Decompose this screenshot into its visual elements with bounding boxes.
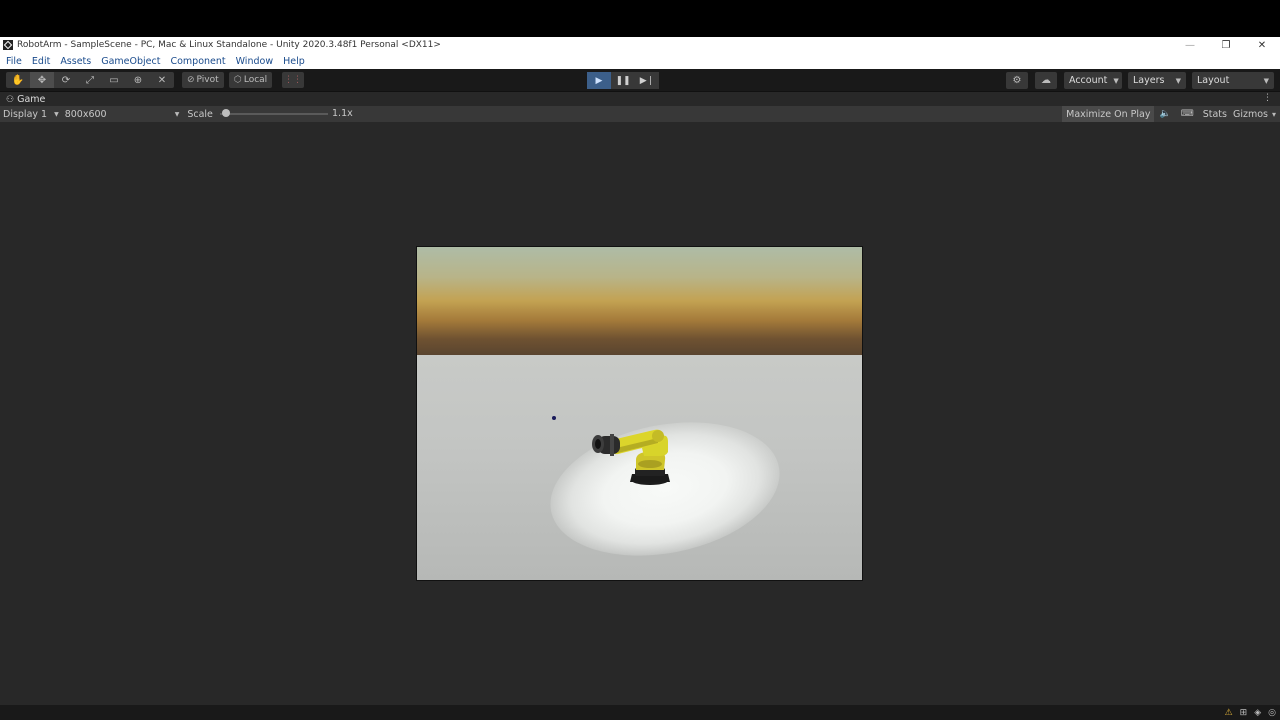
minimize-button[interactable]: — — [1172, 37, 1208, 53]
chevron-down-icon: ▼ — [1113, 76, 1119, 85]
display-select[interactable]: Display 1 — [3, 109, 47, 120]
scale-value: 1.1x — [332, 108, 353, 119]
chevron-down-icon: ▼ — [174, 110, 180, 118]
scale-slider-track[interactable] — [220, 113, 328, 115]
layers-icon[interactable]: ⊞ — [1240, 708, 1248, 718]
robot-arm — [592, 429, 670, 485]
menu-help[interactable]: Help — [283, 56, 305, 67]
chevron-down-icon[interactable]: ▾ — [1272, 110, 1276, 119]
mute-audio-icon[interactable]: 🔈 — [1159, 109, 1170, 119]
game-view-toolbar: Display 1 ▼ 800x600 ▼ Scale 1.1x Maximiz… — [0, 106, 1280, 122]
target-marker — [552, 416, 556, 420]
menu-component[interactable]: Component — [170, 56, 225, 67]
chevron-down-icon: ▼ — [1175, 76, 1181, 85]
menu-gameobject[interactable]: GameObject — [101, 56, 160, 67]
game-tab-bar: ⚇ Game ⋮ — [0, 93, 1280, 106]
chevron-down-icon: ▼ — [1263, 76, 1269, 85]
cloud-icon[interactable]: ☁ — [1035, 72, 1057, 89]
scale-slider-handle[interactable] — [222, 109, 230, 117]
menu-edit[interactable]: Edit — [32, 56, 50, 67]
tab-game[interactable]: Game — [17, 94, 45, 105]
maximize-on-play-toggle[interactable]: Maximize On Play — [1062, 106, 1155, 122]
layers-label: Layers — [1133, 75, 1165, 86]
pivot-icon: ⊘ — [187, 75, 195, 85]
account-dropdown[interactable]: Account ▼ — [1064, 72, 1122, 89]
title-bar: RobotArm - SampleScene - PC, Mac & Linux… — [0, 37, 1280, 53]
window-title: RobotArm - SampleScene - PC, Mac & Linux… — [17, 40, 441, 50]
right-toolbar: ⚙ ☁ Account ▼ Layers ▼ Layout ▼ — [1006, 72, 1280, 89]
account-label: Account — [1069, 75, 1108, 86]
letterbox-top — [0, 0, 1280, 37]
menu-window[interactable]: Window — [236, 56, 273, 67]
hand-tool-icon[interactable]: ✋ — [6, 72, 30, 88]
gamepad-icon: ⚇ — [6, 94, 15, 105]
skybox — [417, 247, 862, 355]
progress-icon[interactable]: ◎ — [1268, 708, 1276, 718]
status-icons: ⚠ ⊞ ◈ ◎ — [1218, 705, 1276, 720]
pivot-label: Pivot — [196, 75, 219, 85]
rotate-tool-icon[interactable]: ⟳ — [54, 72, 78, 88]
menu-assets[interactable]: Assets — [60, 56, 91, 67]
close-button[interactable]: ✕ — [1244, 37, 1280, 53]
menu-file[interactable]: File — [6, 56, 22, 67]
gizmos-toggle[interactable]: Gizmos — [1233, 109, 1268, 120]
scale-tool-icon[interactable]: ⤢ — [78, 72, 102, 88]
unity-editor-window: RobotArm - SampleScene - PC, Mac & Linux… — [0, 37, 1280, 720]
status-bar: ⚠ ⊞ ◈ ◎ — [0, 705, 1280, 720]
local-icon: ⬡ — [234, 75, 242, 85]
resolution-select[interactable]: 800x600 — [65, 109, 175, 120]
pivot-toggle[interactable]: ⊘ Pivot — [182, 72, 224, 88]
robot-elbow-joint — [652, 430, 664, 442]
scale-label: Scale — [187, 108, 213, 120]
more-options-icon[interactable]: ⋮ — [1263, 93, 1272, 103]
robot-gripper-center — [595, 439, 601, 449]
robot-lower-shade — [638, 460, 662, 468]
layout-label: Layout — [1197, 75, 1230, 86]
services-icon[interactable]: ⚙ — [1006, 72, 1028, 89]
window-controls: — ❐ ✕ — [1172, 37, 1280, 53]
grid-snap-button[interactable]: ⋮⋮ — [282, 72, 304, 88]
game-viewport[interactable] — [416, 246, 863, 581]
restore-button[interactable]: ❐ — [1208, 37, 1244, 53]
keyboard-icon[interactable]: ⌨ — [1181, 109, 1194, 119]
chevron-down-icon: ▼ — [54, 110, 59, 118]
layers-dropdown[interactable]: Layers ▼ — [1128, 72, 1186, 89]
layout-dropdown[interactable]: Layout ▼ — [1192, 72, 1274, 89]
local-label: Local — [243, 75, 268, 85]
robot-wrist-ring — [610, 434, 614, 456]
grid-snap-icon: ⋮⋮ — [284, 75, 302, 85]
playmode-controls: ▶ ❚❚ ▶❘ — [587, 72, 659, 89]
game-view-options: Maximize On Play 🔈 ⌨ Stats Gizmos ▾ — [1062, 106, 1280, 122]
unity-logo-icon — [3, 40, 13, 50]
rect-tool-icon[interactable]: ▭ — [102, 72, 126, 88]
transform-tool-icon[interactable]: ⊕ — [126, 72, 150, 88]
pause-button[interactable]: ❚❚ — [611, 72, 635, 89]
move-tool-icon[interactable]: ✥ — [30, 72, 54, 88]
local-toggle[interactable]: ⬡ Local — [229, 72, 273, 88]
transform-tools: ✋ ✥ ⟳ ⤢ ▭ ⊕ ✕ — [6, 72, 174, 88]
main-toolbar: ✋ ✥ ⟳ ⤢ ▭ ⊕ ✕ ⊘ Pivot ⬡ Local ⋮⋮ ▶ ❚❚ ▶❘… — [0, 69, 1280, 92]
collab-icon[interactable]: ◈ — [1254, 708, 1261, 718]
custom-tool-icon[interactable]: ✕ — [150, 72, 174, 88]
play-button[interactable]: ▶ — [587, 72, 611, 89]
warning-icon[interactable]: ⚠ — [1225, 708, 1233, 718]
stats-toggle[interactable]: Stats — [1203, 109, 1227, 120]
menu-bar: File Edit Assets GameObject Component Wi… — [0, 53, 1280, 69]
step-button[interactable]: ▶❘ — [635, 72, 659, 89]
